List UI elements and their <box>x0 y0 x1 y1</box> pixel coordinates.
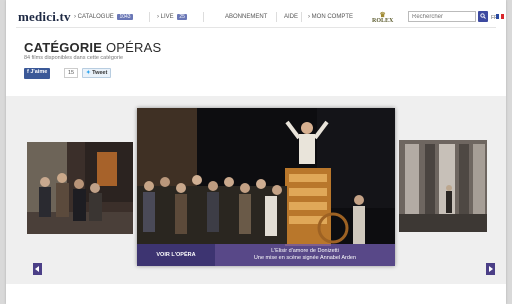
search-button[interactable] <box>478 11 488 22</box>
nav-catalogue[interactable]: › CATALOGUE 1043 <box>74 14 133 20</box>
header-divider <box>16 27 496 28</box>
nav-divider <box>149 12 150 22</box>
page-title: CATÉGORIE OPÉRAS <box>24 40 161 55</box>
search-icon <box>480 13 486 19</box>
page-title-light: OPÉRAS <box>105 40 162 55</box>
twitter-icon: ✦ <box>86 70 91 76</box>
nav-mon-compte-label: MON COMPTE <box>311 14 354 20</box>
opera-scene-image <box>399 140 487 232</box>
like-count: 15 <box>64 68 79 78</box>
nav-mon-compte[interactable]: › MON COMPTE <box>308 14 353 20</box>
nav-aide[interactable]: AIDE <box>284 14 298 20</box>
nav-abonnement[interactable]: ABONNEMENT <box>225 14 267 20</box>
opera-scene-image <box>27 142 133 234</box>
featured-title: L'Elisir d'amore de Donizetti <box>271 248 339 254</box>
carousel-next-button[interactable] <box>486 263 495 275</box>
chevron-left-icon <box>35 266 39 272</box>
search-input[interactable] <box>408 11 476 22</box>
chevron-right-icon <box>489 266 493 272</box>
french-flag-icon[interactable] <box>496 14 505 19</box>
nav-catalogue-label: CATALOGUE <box>77 14 114 20</box>
page-title-bold: CATÉGORIE <box>24 40 103 55</box>
site-logo[interactable]: medici.tv <box>18 9 71 25</box>
carousel-prev-button[interactable] <box>33 263 42 275</box>
top-navigation: medici.tv › CATALOGUE 1043 › LIVE 25 ABO… <box>6 6 506 26</box>
nav-divider <box>276 12 277 22</box>
carousel-featured-slide[interactable]: VOIR L'OPÉRA L'Elisir d'amore de Donizet… <box>137 108 395 266</box>
like-label: J'aime <box>30 69 48 75</box>
sponsor-logo[interactable]: ♛ ROLEX <box>372 12 394 25</box>
sponsor-name: ROLEX <box>372 18 394 24</box>
featured-caption: L'Elisir d'amore de Donizetti Une mise e… <box>215 244 395 266</box>
catalogue-count-badge: 1043 <box>117 14 133 20</box>
nav-divider <box>203 12 204 22</box>
carousel-thumbnail-previous[interactable] <box>27 142 133 234</box>
carousel-thumbnail-next[interactable] <box>399 140 487 232</box>
live-count-badge: 25 <box>177 14 187 20</box>
page-subtitle: 84 films disponibles dans cette catégori… <box>24 55 124 61</box>
opera-stage-image <box>137 108 395 266</box>
nav-live[interactable]: › LIVE 25 <box>157 14 187 20</box>
tweet-button[interactable]: ✦ Tweet <box>82 68 112 78</box>
featured-description: Une mise en scène signée Annabel Arden <box>253 255 357 261</box>
tweet-label: Tweet <box>92 70 108 76</box>
watch-opera-button[interactable]: VOIR L'OPÉRA <box>137 244 215 266</box>
nav-live-label: LIVE <box>160 14 174 20</box>
page-frame: medici.tv › CATALOGUE 1043 › LIVE 25 ABO… <box>6 0 506 304</box>
facebook-icon: f <box>27 69 29 75</box>
facebook-like-button[interactable]: f J'aime <box>24 68 51 79</box>
nav-divider <box>301 12 302 22</box>
